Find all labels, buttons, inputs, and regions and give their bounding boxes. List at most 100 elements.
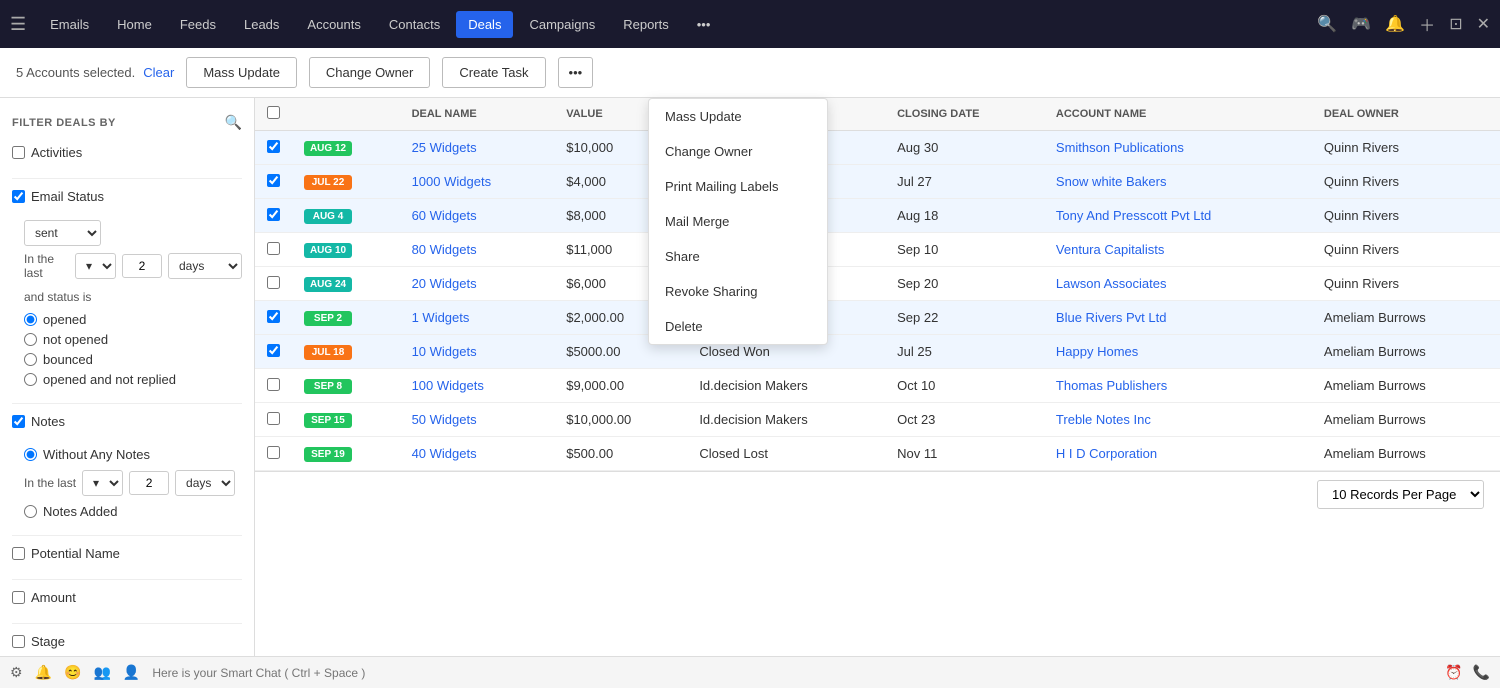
- radio-without-any-notes[interactable]: Without Any Notes: [24, 447, 242, 462]
- row-checkbox[interactable]: [267, 446, 280, 459]
- notification-icon[interactable]: 🔔: [1385, 14, 1405, 34]
- row-checkbox[interactable]: [267, 208, 280, 221]
- nav-campaigns[interactable]: Campaigns: [517, 11, 607, 38]
- row-checkbox[interactable]: [267, 310, 280, 323]
- row-checkbox-cell[interactable]: [255, 131, 292, 165]
- chat-alarm-icon[interactable]: ⏰: [1445, 664, 1462, 681]
- deal-name-link[interactable]: 80 Widgets: [412, 242, 477, 257]
- row-checkbox-cell[interactable]: [255, 233, 292, 267]
- notes-in-the-last-select[interactable]: ▾: [82, 470, 123, 496]
- radio-without-notes-input[interactable]: [24, 448, 37, 461]
- nav-feeds[interactable]: Feeds: [168, 11, 228, 38]
- deal-name-link[interactable]: 40 Widgets: [412, 446, 477, 461]
- dropdown-change-owner[interactable]: Change Owner: [649, 134, 827, 169]
- deal-name-link[interactable]: 1000 Widgets: [412, 174, 492, 189]
- close-icon[interactable]: ✕: [1477, 14, 1490, 34]
- filter-potential-name-checkbox[interactable]: Potential Name: [12, 542, 242, 565]
- filter-stage-checkbox[interactable]: Stage: [12, 630, 242, 653]
- row-checkbox[interactable]: [267, 412, 280, 425]
- radio-opened[interactable]: opened: [24, 312, 242, 327]
- filter-notes-checkbox[interactable]: Notes: [12, 410, 242, 433]
- create-task-button[interactable]: Create Task: [442, 57, 545, 88]
- dropdown-print-mailing-labels[interactable]: Print Mailing Labels: [649, 169, 827, 204]
- search-icon[interactable]: 🔍: [1317, 14, 1337, 34]
- row-checkbox[interactable]: [267, 242, 280, 255]
- radio-opened-not-replied[interactable]: opened and not replied: [24, 372, 242, 387]
- layout-icon[interactable]: ⊡: [1449, 14, 1462, 34]
- account-name-link[interactable]: Blue Rivers Pvt Ltd: [1056, 310, 1167, 325]
- add-icon[interactable]: ＋: [1419, 12, 1435, 36]
- dropdown-mail-merge[interactable]: Mail Merge: [649, 204, 827, 239]
- potential-name-checkbox-input[interactable]: [12, 547, 25, 560]
- nav-more[interactable]: •••: [685, 11, 723, 38]
- row-checkbox-cell[interactable]: [255, 165, 292, 199]
- mass-update-button[interactable]: Mass Update: [186, 57, 297, 88]
- nav-contacts[interactable]: Contacts: [377, 11, 452, 38]
- account-name-link[interactable]: Ventura Capitalists: [1056, 242, 1164, 257]
- email-status-checkbox-input[interactable]: [12, 190, 25, 203]
- chat-gear-icon[interactable]: ⚙: [10, 664, 23, 681]
- radio-notes-added[interactable]: Notes Added: [24, 504, 242, 519]
- days-input[interactable]: [122, 254, 162, 278]
- nav-deals[interactable]: Deals: [456, 11, 513, 38]
- dropdown-delete[interactable]: Delete: [649, 309, 827, 344]
- nav-home[interactable]: Home: [105, 11, 164, 38]
- chat-person-icon[interactable]: 👤: [123, 664, 140, 681]
- account-name-link[interactable]: H I D Corporation: [1056, 446, 1157, 461]
- account-name-link[interactable]: Tony And Presscott Pvt Ltd: [1056, 208, 1211, 223]
- deal-name-link[interactable]: 10 Widgets: [412, 344, 477, 359]
- filter-activities-checkbox[interactable]: Activities: [12, 141, 242, 164]
- radio-notes-added-input[interactable]: [24, 505, 37, 518]
- dropdown-mass-update[interactable]: Mass Update: [649, 99, 827, 134]
- per-page-select[interactable]: 10 Records Per Page 25 Records Per Page …: [1317, 480, 1484, 509]
- row-checkbox-cell[interactable]: [255, 199, 292, 233]
- deal-name-link[interactable]: 100 Widgets: [412, 378, 484, 393]
- nav-emails[interactable]: Emails: [38, 11, 101, 38]
- deal-name-link[interactable]: 1 Widgets: [412, 310, 470, 325]
- deal-name-link[interactable]: 25 Widgets: [412, 140, 477, 155]
- nav-reports[interactable]: Reports: [611, 11, 681, 38]
- row-checkbox[interactable]: [267, 378, 280, 391]
- chat-phone-icon[interactable]: 📞: [1473, 664, 1490, 681]
- deal-name-link[interactable]: 20 Widgets: [412, 276, 477, 291]
- stage-checkbox-input[interactable]: [12, 635, 25, 648]
- notes-days-input[interactable]: [129, 471, 169, 495]
- filter-email-status-checkbox[interactable]: Email Status: [12, 185, 242, 208]
- radio-bounced[interactable]: bounced: [24, 352, 242, 367]
- row-checkbox[interactable]: [267, 174, 280, 187]
- hamburger-icon[interactable]: ☰: [10, 14, 26, 35]
- account-name-link[interactable]: Happy Homes: [1056, 344, 1138, 359]
- gamepad-icon[interactable]: 🎮: [1351, 14, 1371, 34]
- sent-select[interactable]: sent not sent: [24, 220, 101, 246]
- amount-checkbox-input[interactable]: [12, 591, 25, 604]
- row-checkbox-cell[interactable]: [255, 301, 292, 335]
- row-checkbox-cell[interactable]: [255, 403, 292, 437]
- dropdown-share[interactable]: Share: [649, 239, 827, 274]
- radio-not-opened[interactable]: not opened: [24, 332, 242, 347]
- radio-bounced-input[interactable]: [24, 353, 37, 366]
- account-name-link[interactable]: Thomas Publishers: [1056, 378, 1167, 393]
- row-checkbox-cell[interactable]: [255, 335, 292, 369]
- chat-face-icon[interactable]: 😊: [64, 664, 81, 681]
- notes-days-select[interactable]: days: [175, 470, 235, 496]
- change-owner-button[interactable]: Change Owner: [309, 57, 430, 88]
- account-name-link[interactable]: Smithson Publications: [1056, 140, 1184, 155]
- radio-opened-input[interactable]: [24, 313, 37, 326]
- chat-bell-icon[interactable]: 🔔: [35, 664, 52, 681]
- account-name-link[interactable]: Treble Notes Inc: [1056, 412, 1151, 427]
- row-checkbox-cell[interactable]: [255, 437, 292, 471]
- smart-chat-input[interactable]: [152, 666, 1433, 680]
- deal-name-link[interactable]: 50 Widgets: [412, 412, 477, 427]
- activities-checkbox-input[interactable]: [12, 146, 25, 159]
- row-checkbox[interactable]: [267, 140, 280, 153]
- row-checkbox-cell[interactable]: [255, 267, 292, 301]
- row-checkbox[interactable]: [267, 344, 280, 357]
- clear-selection-link[interactable]: Clear: [143, 65, 174, 80]
- in-the-last-select[interactable]: ▾: [75, 253, 116, 279]
- row-checkbox[interactable]: [267, 276, 280, 289]
- filter-amount-checkbox[interactable]: Amount: [12, 586, 242, 609]
- radio-opened-not-replied-input[interactable]: [24, 373, 37, 386]
- deal-name-link[interactable]: 60 Widgets: [412, 208, 477, 223]
- more-actions-button[interactable]: •••: [558, 57, 594, 88]
- row-checkbox-cell[interactable]: [255, 369, 292, 403]
